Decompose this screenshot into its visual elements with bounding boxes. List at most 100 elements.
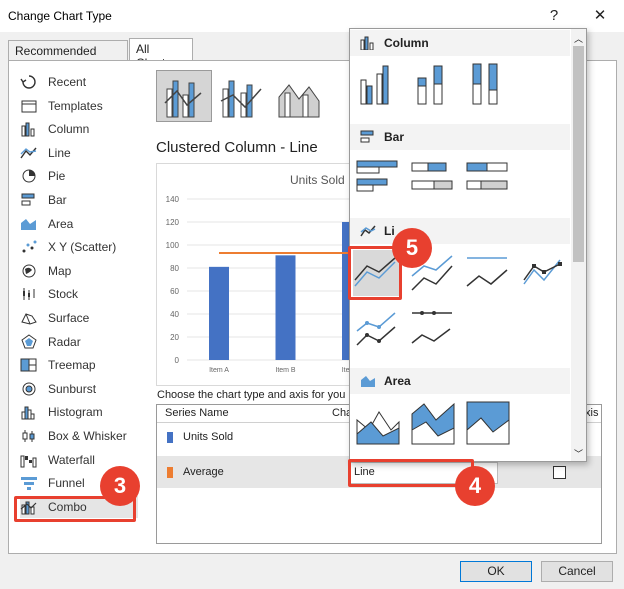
x-tick-label: Item A [209, 367, 229, 374]
y-tick-label: 100 [166, 241, 180, 250]
gallery-100-stacked-line-markers[interactable] [410, 305, 456, 351]
stacked-area-icon [411, 402, 455, 445]
series-color-swatch [167, 432, 173, 443]
chart-type-heading: Clustered Column - Line [156, 139, 318, 156]
gallery-section-area: Area [350, 368, 570, 394]
column-chart-icon [20, 121, 38, 137]
chart-type-line[interactable]: Line [20, 142, 138, 164]
chart-type-label: Map [48, 263, 72, 278]
pie-chart-icon [20, 168, 38, 184]
chart-type-pie[interactable]: Pie [20, 165, 138, 187]
treemap-chart-icon [20, 357, 38, 373]
y-tick-label: 120 [166, 218, 180, 227]
chart-type-radar[interactable]: Radar [20, 331, 138, 353]
chart-type-x-y-scatter[interactable]: X Y (Scatter) [20, 236, 138, 258]
clustered-column-icon [360, 65, 389, 105]
gallery-clustered-column[interactable] [355, 60, 401, 106]
chart-type-recent[interactable]: Recent [20, 71, 138, 93]
clustered-column-line-secondary-thumb[interactable] [214, 70, 270, 122]
chart-type-bar[interactable]: Bar [20, 189, 138, 211]
gallery-stacked-column[interactable] [410, 60, 456, 106]
stacked-area-column-thumb[interactable] [272, 70, 328, 122]
help-button[interactable]: ? [537, 4, 571, 28]
step-badge-3: 3 [100, 466, 140, 506]
chart-type-templates[interactable]: Templates [20, 95, 138, 117]
chart-type-treemap[interactable]: Treemap [20, 354, 138, 376]
chart-type-label: X Y (Scatter) [48, 240, 117, 255]
gallery-stacked-bar[interactable] [410, 155, 456, 201]
chart-type-label: Waterfall [48, 452, 95, 467]
cancel-button[interactable]: Cancel [541, 561, 613, 582]
y-tick-label: 20 [170, 333, 179, 342]
chart-title: Units Sold [290, 173, 345, 187]
chart-type-box-whisker[interactable]: Box & Whisker [20, 425, 138, 447]
secondary-axis-checkbox[interactable] [553, 466, 566, 479]
chart-type-label: Templates [48, 98, 103, 113]
chart-type-label: Stock [48, 287, 79, 302]
chart-type-sunburst[interactable]: Sunburst [20, 378, 138, 400]
gallery-stacked-line-markers[interactable] [355, 305, 401, 351]
chart-type-label: Recent [48, 75, 87, 89]
close-button[interactable]: ✕ [583, 4, 617, 28]
chart-type-column[interactable]: Column [20, 118, 138, 140]
gallery-100-stacked-bar[interactable] [465, 155, 511, 201]
scroll-up-arrow-icon[interactable]: ︿ [573, 32, 584, 44]
ok-button[interactable]: OK [460, 561, 532, 582]
chart-canvas: Units Sold 0 20 40 60 80 100 120 140 Item A Item B… [166, 173, 363, 374]
series-color-swatch [167, 467, 173, 478]
waterfall-chart-icon [20, 452, 38, 468]
scroll-down-arrow-icon[interactable]: ﹀ [573, 447, 584, 459]
tab-all-charts[interactable]: All Charts [129, 38, 193, 70]
section-label: Column [384, 36, 429, 50]
templates-icon [20, 98, 38, 114]
stacked-100-column-icon [472, 63, 498, 105]
header-secondary-axis: xis [585, 407, 599, 419]
stacked-100-line-markers-icon [411, 311, 452, 344]
gallery-scroll-thumb[interactable] [573, 46, 584, 262]
choose-instructions: Choose the chart type and axis for you [157, 389, 346, 401]
step-badge-4: 4 [455, 466, 495, 506]
chart-type-histogram[interactable]: Histogram [20, 401, 138, 423]
chart-type-map[interactable]: Map [20, 260, 138, 282]
series-name-average: Average [183, 466, 224, 478]
y-tick-label: 60 [170, 287, 179, 296]
tab-recommended-charts[interactable]: Recommended Charts [8, 40, 128, 72]
x-tick-label: Item B [275, 367, 296, 374]
map-chart-icon [20, 263, 38, 279]
stacked-bar-icon [411, 162, 453, 190]
area-icon [356, 411, 400, 445]
chart-type-label: Treemap [48, 358, 96, 373]
chart-type-label: Sunburst [48, 381, 97, 396]
section-label: Bar [384, 130, 405, 144]
gallery-100-stacked-line[interactable] [465, 250, 511, 296]
window-title: Change Chart Type [8, 9, 112, 23]
radar-chart-icon [20, 333, 38, 350]
clustered-column-thumb[interactable] [156, 70, 212, 122]
chart-type-stock[interactable]: Stock [20, 283, 138, 305]
column-line-secondary-icon [220, 80, 262, 118]
section-label: Area [384, 374, 411, 388]
gallery-line-markers[interactable] [520, 250, 566, 296]
gallery-stacked-area[interactable] [410, 400, 456, 446]
gallery-100-stacked-area[interactable] [465, 400, 511, 446]
gallery-clustered-bar[interactable] [355, 155, 401, 201]
recent-icon [20, 74, 38, 90]
gallery-area[interactable] [355, 400, 401, 446]
y-tick-label: 0 [175, 356, 180, 365]
section-label: Li [384, 224, 395, 238]
stacked-line-markers-icon [356, 312, 396, 346]
gallery-100-stacked-column[interactable] [465, 60, 511, 106]
chart-type-label: Radar [48, 334, 81, 349]
gallery-section-bar: Bar [350, 124, 570, 150]
chart-type-label: Pie [48, 169, 66, 184]
chart-type-label: Box & Whisker [48, 429, 127, 443]
scatter-chart-icon [20, 239, 38, 255]
chart-type-surface[interactable]: Surface [20, 307, 138, 329]
y-tick-label: 80 [170, 264, 179, 273]
box-whisker-chart-icon [20, 428, 38, 444]
line-markers-icon [523, 259, 562, 285]
chart-type-label: Histogram [48, 405, 103, 420]
bar [275, 255, 296, 360]
chart-type-area[interactable]: Area [20, 213, 138, 235]
stacked-100-line-icon [466, 257, 508, 287]
